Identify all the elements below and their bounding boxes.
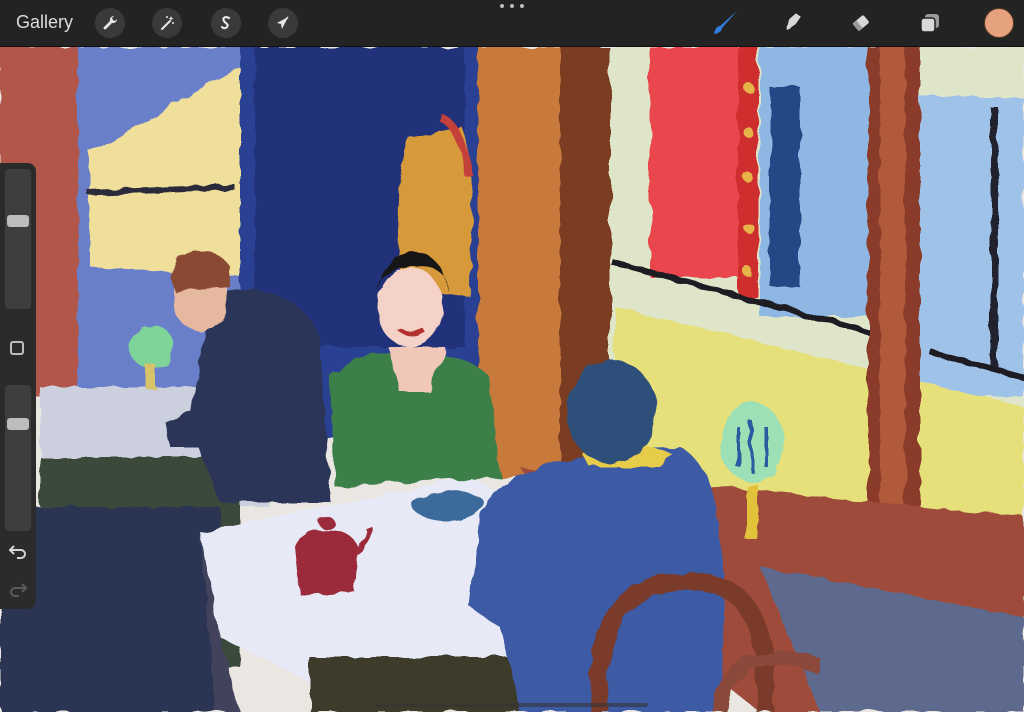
- smudge-icon[interactable]: [779, 8, 809, 38]
- painting-artwork: [0, 47, 1024, 712]
- opacity-slider[interactable]: [5, 385, 31, 531]
- modify-square-button[interactable]: [10, 341, 24, 355]
- brush-size-slider-knob[interactable]: [7, 215, 29, 227]
- brush-size-slider[interactable]: [5, 169, 31, 309]
- arrow-cursor-icon[interactable]: [268, 8, 298, 38]
- wrench-icon[interactable]: [95, 8, 125, 38]
- magic-wand-icon[interactable]: [152, 8, 182, 38]
- drawing-canvas[interactable]: [0, 47, 1024, 712]
- opacity-slider-knob[interactable]: [7, 418, 29, 430]
- more-options-icon[interactable]: [500, 4, 524, 14]
- eraser-icon[interactable]: [846, 8, 876, 38]
- brush-icon[interactable]: [710, 8, 740, 38]
- color-picker-swatch[interactable]: [984, 8, 1014, 38]
- home-indicator: [376, 703, 648, 707]
- redo-icon[interactable]: [8, 581, 28, 597]
- undo-icon[interactable]: [8, 543, 28, 559]
- brush-sidebar: [0, 163, 36, 609]
- selection-s-icon[interactable]: [211, 8, 241, 38]
- gallery-button[interactable]: Gallery: [16, 12, 73, 33]
- top-toolbar: Gallery: [0, 0, 1024, 47]
- layers-icon[interactable]: [915, 8, 945, 38]
